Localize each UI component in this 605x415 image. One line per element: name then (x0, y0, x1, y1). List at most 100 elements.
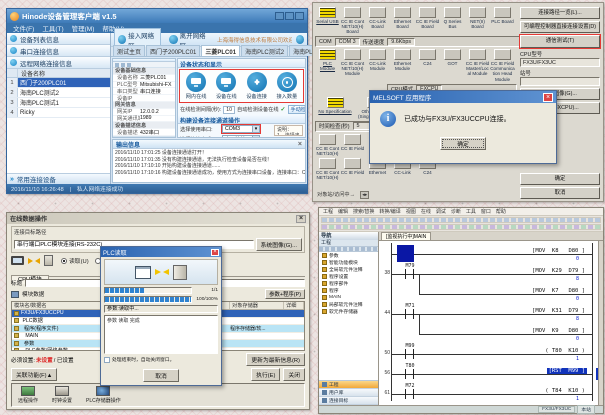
tool-button[interactable]: 远程操作 (18, 386, 38, 404)
status-icon-item[interactable]: 设备在线 (216, 72, 237, 100)
mode-radio[interactable]: 读取(U) (61, 256, 89, 265)
tool-button[interactable]: PLC存储器操作 (86, 386, 121, 404)
menu-item[interactable]: 编辑 (336, 208, 350, 215)
station-spin-control[interactable]: ◂▸ (360, 191, 369, 199)
ladder-rung[interactable]: 50 M99 ( T80 K10 ) 1 (379, 343, 603, 363)
ok-button[interactable]: 确定 (520, 173, 600, 185)
device-row[interactable]: 4 Ricky (7, 108, 110, 118)
pc-interface-option[interactable]: CC IE Cont NET/10(H) Board (340, 7, 365, 34)
interval-field[interactable]: 10 (223, 106, 235, 114)
pc-interface-option[interactable]: PLC Board (490, 7, 515, 24)
ladder-rung[interactable]: 44 M71 [MOV K31 D79 ] 8 (379, 303, 603, 323)
project-tree-item[interactable]: 全局软元件注释 (319, 266, 378, 273)
other-station-option[interactable]: No Specification (315, 97, 355, 114)
auto-check-checkbox[interactable]: ✓ (281, 106, 286, 113)
vertical-scrollbar[interactable] (598, 241, 603, 405)
toolbars[interactable] (319, 216, 603, 232)
ladder-rung[interactable]: [MOV K9 D80 ] 0 (379, 323, 603, 343)
view-selector-item[interactable]: 用户库 (319, 389, 378, 397)
communication-test-button[interactable]: 通信测试(T) (520, 35, 600, 47)
menu-item[interactable]: 视图 (404, 208, 418, 215)
direct-connection-button[interactable]: 可编程控制器直接连接设置(D) (520, 21, 600, 33)
tool-button[interactable]: 时钟设置 (52, 386, 72, 404)
conn-mode-select[interactable]: 串口连接 ▾ (222, 135, 260, 138)
property-row[interactable]: 设备描述 432串口 (113, 129, 175, 136)
param-program-button[interactable]: 参数+程序(P) (265, 289, 305, 299)
device-tab[interactable]: 西门子200PLC01 (146, 45, 200, 56)
auto-close-checkbox[interactable] (104, 357, 110, 363)
menu-item[interactable]: 管理(M) (68, 23, 99, 33)
project-tree-item[interactable]: 程序部件 (319, 280, 378, 287)
plc-interface-option[interactable]: Ethernet Module (390, 49, 415, 71)
plc-interface-option[interactable]: GOT (440, 49, 465, 66)
output-close-icon[interactable]: × (298, 141, 302, 148)
minimize-button[interactable] (275, 12, 284, 20)
close-button[interactable]: × (296, 215, 306, 223)
status-icon-item[interactable]: 网内在线 (186, 72, 207, 100)
network-route-option[interactable]: CC IE Cont NET/10(H) (315, 134, 340, 156)
manual-check-button[interactable]: 手动检测设备在线 (288, 105, 306, 114)
network-route-option[interactable]: CC IE Field (340, 134, 365, 151)
pc-interface-option[interactable]: NET(II) Board (465, 7, 490, 29)
related-functions-button[interactable]: 关联功能(F)▲ (11, 368, 57, 381)
pc-interface-option[interactable]: Q Series Bus (440, 7, 465, 29)
maximize-button[interactable] (285, 12, 294, 20)
document-tab[interactable]: [监视执行中]MAIN (381, 232, 431, 240)
menu-item[interactable]: 工具(T) (38, 23, 67, 33)
menu-item[interactable]: 工程 (321, 208, 335, 215)
ladder-rung[interactable]: 38 M79 [MOV K29 D79 ] 8 (379, 263, 603, 283)
device-tab[interactable]: 测试主页 (113, 45, 145, 56)
project-tree-item[interactable]: 软元件存储器 (319, 308, 378, 315)
project-tree-item[interactable]: 局部软元件注释 (319, 301, 378, 308)
ladder-rung[interactable]: 61 M72 ( T84 K10 ) 1 (379, 383, 603, 403)
close-button[interactable]: × (211, 249, 219, 256)
pc-interface-option[interactable]: Ethernet Board (390, 7, 415, 29)
sidebar-section[interactable]: 远程网络连接信息 (7, 57, 110, 69)
plc-interface-option[interactable]: CC-Link Module (365, 49, 390, 71)
baud-field[interactable]: 9.6Kbps (387, 38, 415, 46)
project-tree-item[interactable]: MAIN (319, 294, 378, 301)
project-tree-item[interactable]: 智能功能模块 (319, 259, 378, 266)
close-button[interactable]: × (543, 93, 553, 102)
project-tree-item[interactable]: 参数 (319, 252, 378, 259)
com-port-select[interactable]: COM3 ▾ (222, 125, 260, 133)
device-row[interactable]: 1 西门子200PLC01 (7, 78, 110, 88)
menu-item[interactable]: 在线 (419, 208, 433, 215)
status-icon-item[interactable]: 接入数量 (276, 72, 297, 100)
close-button[interactable] (295, 12, 304, 20)
plc-interface-option[interactable]: C24 (415, 49, 440, 66)
ok-button[interactable]: 确定 (440, 137, 486, 150)
column-header[interactable]: 详细 (284, 302, 304, 309)
cancel-button[interactable]: 取消 (520, 187, 600, 199)
device-row[interactable]: 2 海南PLC测试2 (7, 88, 110, 98)
menu-item[interactable]: 窗口 (479, 208, 493, 215)
close-dialog-button[interactable]: 关闭 (283, 368, 305, 381)
plc-interface-option[interactable]: PLC Module (315, 49, 340, 71)
plc-interface-option[interactable]: CC IE Cont NET/10(H) Module (340, 49, 365, 76)
column-header[interactable]: 对象存储器 (230, 302, 284, 309)
menu-item[interactable]: 转换/编译 (377, 208, 402, 215)
menu-item[interactable]: 调试 (434, 208, 448, 215)
project-tree-item[interactable]: 程序 (319, 287, 378, 294)
device-row[interactable]: 3 海南PLC测试1 (7, 98, 110, 108)
coexistence-route-option[interactable]: CC IE Cont NET/10(H) (315, 158, 340, 180)
plc-interface-option[interactable]: CC IE Field Communication Head Module (490, 49, 515, 81)
sidebar-section[interactable]: 设备列表信息 (7, 33, 110, 45)
status-icon-item[interactable]: 设备连接 (246, 72, 267, 100)
view-selector-item[interactable]: 连接目标 (319, 397, 378, 405)
pc-interface-option[interactable]: CC-Link Board (365, 7, 390, 29)
menu-item[interactable]: 文件(F) (9, 23, 38, 33)
menu-item[interactable]: 工具 (464, 208, 478, 215)
connection-list-button[interactable]: 连接路径一览(L)... (520, 7, 600, 19)
coexistence-route-option[interactable]: CC IE Field (340, 158, 365, 175)
pc-interface-option[interactable]: Serial USB (315, 7, 340, 24)
view-selector-item[interactable]: 工程 (319, 381, 378, 389)
com-port-field[interactable]: COM 3 (335, 38, 360, 46)
menu-item[interactable]: 诊断 (449, 208, 463, 215)
device-tab[interactable]: 海南PLC测试2 (241, 45, 288, 56)
ladder-rung[interactable]: [MOV K8 D80 ] 0 (379, 243, 603, 263)
system-image-button[interactable]: 系统图像(G)... (256, 238, 302, 251)
sidebar-section[interactable]: 串口连接信息 (7, 45, 110, 57)
plc-interface-option[interactable]: CC IE Field Master/Local Module (465, 49, 490, 76)
refresh-button[interactable]: 更新为最新信息(R) (246, 353, 305, 366)
